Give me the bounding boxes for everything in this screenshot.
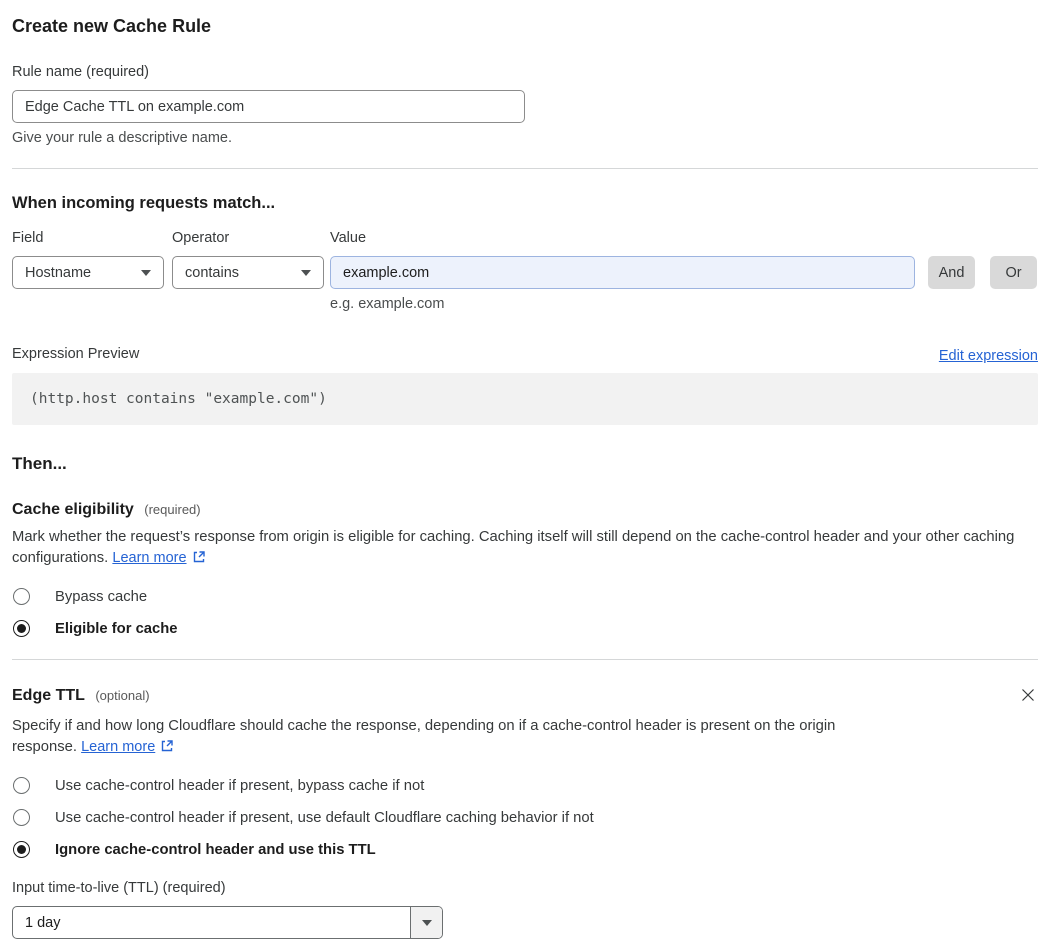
close-icon — [1022, 689, 1034, 701]
ttl-select-value: 1 day — [25, 914, 61, 931]
edit-expression-link[interactable]: Edit expression — [939, 348, 1038, 364]
radio-label: Eligible for cache — [55, 620, 178, 637]
edge-ttl-header: Edge TTL (optional) — [12, 687, 150, 705]
operator-label: Operator — [172, 230, 230, 246]
edge-ttl-description: Specify if and how long Cloudflare shoul… — [12, 716, 858, 758]
and-button[interactable]: And — [928, 256, 975, 289]
radio-label: Use cache-control header if present, use… — [55, 809, 594, 826]
cache-eligibility-qualifier: (required) — [144, 502, 201, 517]
rule-name-input[interactable] — [12, 90, 525, 123]
chevron-down-icon — [141, 269, 151, 276]
field-select[interactable]: Hostname — [12, 256, 164, 289]
radio-icon[interactable] — [13, 588, 30, 605]
divider — [12, 168, 1038, 169]
radio-bypass-cache[interactable]: Bypass cache — [12, 588, 1038, 605]
match-expression-row: Field Hostname Operator contains Value A… — [12, 229, 1038, 289]
expression-preview-code: (http.host contains "example.com") — [12, 373, 1038, 425]
value-input[interactable] — [330, 256, 915, 289]
radio-checked-icon[interactable] — [13, 620, 30, 637]
learn-more-link[interactable]: Learn more — [81, 739, 155, 755]
edge-ttl-qualifier: (optional) — [95, 688, 150, 703]
ttl-input-label: Input time-to-live (TTL) (required) — [12, 880, 226, 896]
cache-eligibility-description: Mark whether the request’s response from… — [12, 527, 1038, 569]
or-button[interactable]: Or — [990, 256, 1037, 289]
edge-ttl-options: Use cache-control header if present, byp… — [12, 777, 1038, 858]
operator-select-value: contains — [185, 264, 240, 281]
external-link-icon — [162, 740, 173, 752]
expression-preview-label: Expression Preview — [12, 346, 140, 362]
close-edge-ttl-button[interactable] — [1018, 685, 1038, 708]
chevron-down-icon — [421, 919, 432, 926]
radio-label: Use cache-control header if present, byp… — [55, 777, 425, 794]
radio-eligible-for-cache[interactable]: Eligible for cache — [12, 620, 1038, 637]
field-select-value: Hostname — [25, 264, 92, 281]
chevron-down-icon — [301, 269, 311, 276]
radio-icon[interactable] — [13, 777, 30, 794]
ttl-select-caret-button[interactable] — [410, 907, 442, 938]
create-cache-rule-page: Create new Cache Rule Rule name (require… — [0, 0, 1058, 939]
operator-select[interactable]: contains — [172, 256, 324, 289]
page-title: Create new Cache Rule — [12, 16, 212, 36]
cache-eligibility-title: Cache eligibility — [12, 501, 134, 518]
match-heading: When incoming requests match... — [12, 194, 276, 212]
radio-cache-control-default[interactable]: Use cache-control header if present, use… — [12, 809, 1038, 826]
external-link-icon — [193, 551, 205, 563]
cache-eligibility-options: Bypass cache Eligible for cache — [12, 588, 1038, 637]
cache-eligibility-header: Cache eligibility (required) — [12, 501, 1038, 519]
rule-name-hint: Give your rule a descriptive name. — [12, 130, 233, 146]
radio-cache-control-bypass[interactable]: Use cache-control header if present, byp… — [12, 777, 1038, 794]
radio-checked-icon[interactable] — [13, 841, 30, 858]
radio-ignore-cache-control[interactable]: Ignore cache-control header and use this… — [12, 841, 1038, 858]
field-label: Field — [12, 230, 44, 246]
value-label: Value — [330, 230, 367, 246]
edge-ttl-title: Edge TTL — [12, 687, 85, 704]
then-heading: Then... — [12, 454, 67, 473]
radio-icon[interactable] — [13, 809, 30, 826]
radio-label: Bypass cache — [55, 588, 148, 605]
ttl-select[interactable]: 1 day — [12, 906, 443, 939]
rule-name-label: Rule name (required) — [12, 64, 150, 80]
value-hint: e.g. example.com — [330, 296, 445, 312]
learn-more-link[interactable]: Learn more — [112, 550, 186, 566]
radio-label: Ignore cache-control header and use this… — [55, 841, 376, 858]
